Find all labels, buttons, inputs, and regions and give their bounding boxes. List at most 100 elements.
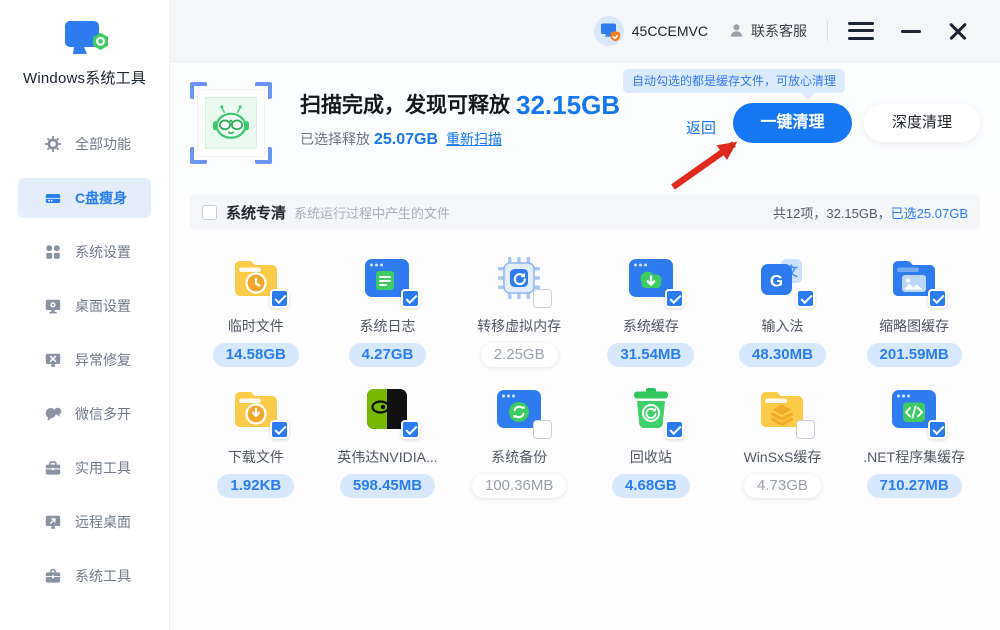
clean-item-system-cache[interactable]: 系统缓存 31.54MB xyxy=(585,250,717,367)
deep-clean-button[interactable]: 深度清理 xyxy=(864,104,980,142)
item-label: .NET程序集缓存 xyxy=(863,447,965,467)
logo-area: Windows系统工具 xyxy=(0,0,169,88)
close-button[interactable] xyxy=(948,21,968,41)
rescan-link[interactable]: 重新扫描 xyxy=(446,131,502,147)
monitor-gear-icon xyxy=(44,297,62,315)
clean-item-winsxs-cache[interactable]: WinSxS缓存 4.73GB xyxy=(717,381,849,498)
clean-item-recycle-bin[interactable]: 回收站 4.68GB xyxy=(585,381,717,498)
one-click-clean-button[interactable]: 一键清理 xyxy=(733,103,852,143)
item-size-badge: 201.59MB xyxy=(867,343,962,367)
clean-item-thumbnail-cache[interactable]: 缩略图缓存 201.59MB xyxy=(848,250,980,367)
auto-select-tooltip: 自动勾选的都是缓存文件，可放心清理 xyxy=(623,69,845,93)
sidebar-item-label: 实用工具 xyxy=(75,458,131,478)
menu-button[interactable] xyxy=(848,22,874,40)
item-size-badge: 598.45MB xyxy=(340,474,435,498)
item-label: 临时文件 xyxy=(228,316,284,336)
item-checkbox[interactable] xyxy=(270,420,289,439)
monitor-arrow-icon xyxy=(44,513,62,531)
item-checkbox[interactable] xyxy=(533,420,552,439)
item-label: 系统日志 xyxy=(359,316,415,336)
sidebar-item-error-repair[interactable]: 异常修复 xyxy=(18,340,151,380)
app-logo-icon xyxy=(60,18,110,60)
clean-item-system-logs[interactable]: 系统日志 4.27GB xyxy=(322,250,454,367)
scan-summary: 扫描完成，发现可释放32.15GB 已选择释放25.07GB重新扫描 xyxy=(300,90,620,149)
item-checkbox[interactable] xyxy=(665,289,684,308)
item-size-badge: 31.54MB xyxy=(607,343,694,367)
account-badge-icon[interactable] xyxy=(594,16,624,46)
section-checkbox[interactable] xyxy=(202,205,217,220)
item-checkbox[interactable] xyxy=(796,420,815,439)
item-label: 回收站 xyxy=(630,447,672,467)
clean-item-nvidia[interactable]: 英伟达NVIDIA... 598.45MB xyxy=(322,381,454,498)
sidebar-item-label: C盘瘦身 xyxy=(75,188,127,208)
item-size-badge: 14.58GB xyxy=(213,343,299,367)
sidebar-item-desktop-settings[interactable]: 桌面设置 xyxy=(18,286,151,326)
item-label: 系统缓存 xyxy=(623,316,679,336)
sidebar-item-utilities[interactable]: 实用工具 xyxy=(18,448,151,488)
scan-title: 扫描完成，发现可释放32.15GB xyxy=(300,90,620,121)
section-title: 系统专清 xyxy=(226,202,286,223)
sidebar-item-label: 微信多开 xyxy=(75,404,131,424)
sidebar-item-label: 远程桌面 xyxy=(75,512,131,532)
selected-size: 25.07GB xyxy=(374,131,438,148)
app-title: Windows系统工具 xyxy=(0,67,169,88)
item-label: 系统备份 xyxy=(491,447,547,467)
main-panel: 45CCEMVC 联系客服 xyxy=(170,0,1000,630)
item-checkbox[interactable] xyxy=(665,420,684,439)
item-checkbox[interactable] xyxy=(928,289,947,308)
titlebar-divider xyxy=(827,21,828,41)
contact-label: 联系客服 xyxy=(751,21,807,41)
sidebar-item-label: 桌面设置 xyxy=(75,296,131,316)
item-size-badge: 4.27GB xyxy=(349,343,427,367)
item-checkbox[interactable] xyxy=(928,420,947,439)
section-description: 系统运行过程中产生的文件 xyxy=(294,203,450,222)
item-checkbox[interactable] xyxy=(401,420,420,439)
item-size-badge: 710.27MB xyxy=(867,474,962,498)
clean-item-virtual-memory[interactable]: 转移虚拟内存 2.25GB xyxy=(453,250,585,367)
item-label: 输入法 xyxy=(761,316,803,336)
item-checkbox[interactable] xyxy=(401,289,420,308)
sidebar-item-system-settings[interactable]: 系统设置 xyxy=(18,232,151,272)
sidebar-item-remote-desktop[interactable]: 远程桌面 xyxy=(18,502,151,542)
sidebar-item-all-functions[interactable]: 全部功能 xyxy=(18,124,151,164)
sidebar-item-wechat-multi[interactable]: 微信多开 xyxy=(18,394,151,434)
contact-support-button[interactable]: 联系客服 xyxy=(728,21,807,41)
item-checkbox[interactable] xyxy=(796,289,815,308)
app-window: Windows系统工具 全部功能 C盘瘦身 系统设置 xyxy=(0,0,1000,630)
chat-bubbles-icon xyxy=(44,405,62,423)
clean-item-downloads[interactable]: 下载文件 1.92KB xyxy=(190,381,322,498)
scan-subtitle: 已选择释放25.07GB重新扫描 xyxy=(300,129,620,149)
item-checkbox[interactable] xyxy=(533,289,552,308)
sidebar-nav: 全部功能 C盘瘦身 系统设置 桌面设置 xyxy=(0,124,169,596)
item-label: WinSxS缓存 xyxy=(744,447,822,467)
minimize-button[interactable] xyxy=(900,22,922,40)
item-size-badge: 1.92KB xyxy=(217,474,294,498)
sidebar-item-label: 异常修复 xyxy=(75,350,131,370)
clean-item-dotnet-cache[interactable]: .NET程序集缓存 710.27MB xyxy=(848,381,980,498)
item-size-badge: 2.25GB xyxy=(481,343,558,367)
clean-item-input-method[interactable]: 文 G 输入法 48.30MB xyxy=(717,250,849,367)
clean-item-system-backup[interactable]: 系统备份 100.36MB xyxy=(453,381,585,498)
sidebar-item-label: 系统工具 xyxy=(75,566,131,586)
drive-icon xyxy=(44,189,62,207)
clean-item-temp-files[interactable]: 临时文件 14.58GB xyxy=(190,250,322,367)
item-label: 英伟达NVIDIA... xyxy=(337,447,437,467)
sidebar-item-label: 全部功能 xyxy=(75,134,131,154)
svg-text:G: G xyxy=(770,272,783,291)
toolbox-icon xyxy=(44,459,62,477)
sidebar-item-c-drive-slim[interactable]: C盘瘦身 xyxy=(18,178,151,218)
item-label: 缩略图缓存 xyxy=(879,316,949,336)
item-size-badge: 48.30MB xyxy=(739,343,826,367)
section-summary: 共12项，32.15GB， xyxy=(773,203,891,222)
robot-scan-icon xyxy=(190,82,272,164)
account-id: 45CCEMVC xyxy=(632,23,708,39)
sidebar-item-system-tools[interactable]: 系统工具 xyxy=(18,556,151,596)
item-size-badge: 100.36MB xyxy=(472,474,566,498)
sidebar: Windows系统工具 全部功能 C盘瘦身 系统设置 xyxy=(0,0,170,630)
person-icon xyxy=(728,22,745,39)
back-button[interactable]: 返回 xyxy=(686,117,716,138)
clean-items-grid: 临时文件 14.58GB 系统日志 4.27GB xyxy=(190,250,980,498)
item-size-badge: 4.68GB xyxy=(612,474,690,498)
item-checkbox[interactable] xyxy=(270,289,289,308)
scan-total-size: 32.15GB xyxy=(516,90,620,120)
